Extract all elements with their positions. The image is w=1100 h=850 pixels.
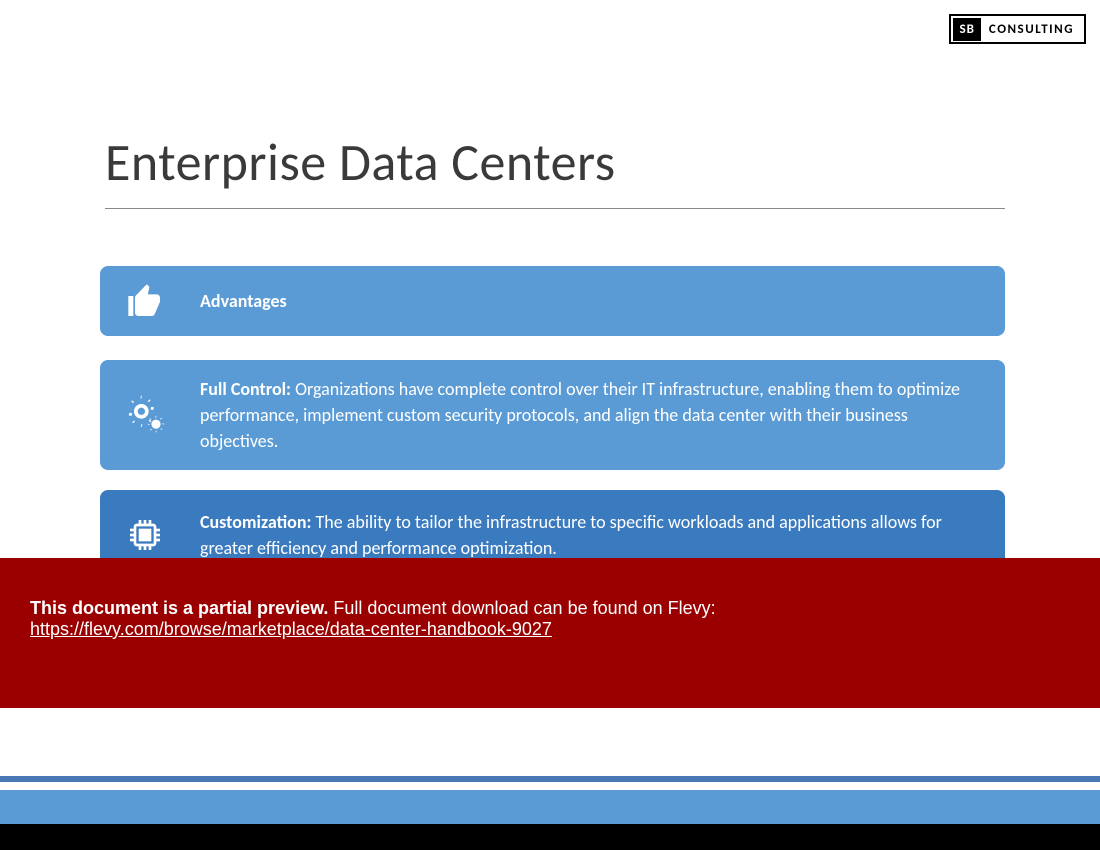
full-control-label: Full Control: — [200, 378, 291, 400]
advantage-full-control-text: Full Control: Organizations have complet… — [190, 360, 1005, 470]
chip-icon — [100, 515, 190, 555]
bottom-accent-line — [0, 776, 1100, 782]
advantages-header-card: Advantages — [100, 266, 1005, 336]
bottom-blue-bar — [0, 790, 1100, 824]
thumbs-up-icon — [100, 281, 190, 321]
preview-banner-rest: Full document download can be found on F… — [328, 598, 715, 618]
gears-icon — [100, 393, 190, 437]
logo-sb-mark: SB — [953, 18, 980, 41]
preview-url-link[interactable]: https://flevy.com/browse/marketplace/dat… — [30, 619, 552, 639]
title-underline — [105, 208, 1005, 209]
customization-label: Customization: — [200, 511, 311, 533]
bottom-black-bar — [0, 824, 1100, 850]
preview-banner-bold: This document is a partial preview. — [30, 598, 328, 618]
slide-title: Enterprise Data Centers — [105, 130, 616, 194]
customization-body: The ability to tailor the infrastructure… — [200, 511, 942, 559]
preview-banner: This document is a partial preview. Full… — [0, 558, 1100, 708]
advantages-header-label: Advantages — [190, 288, 1005, 314]
full-control-body: Organizations have complete control over… — [200, 378, 960, 452]
advantage-full-control-card: Full Control: Organizations have complet… — [100, 360, 1005, 470]
logo-text: CONSULTING — [981, 22, 1082, 37]
brand-logo: SB CONSULTING — [949, 14, 1086, 44]
